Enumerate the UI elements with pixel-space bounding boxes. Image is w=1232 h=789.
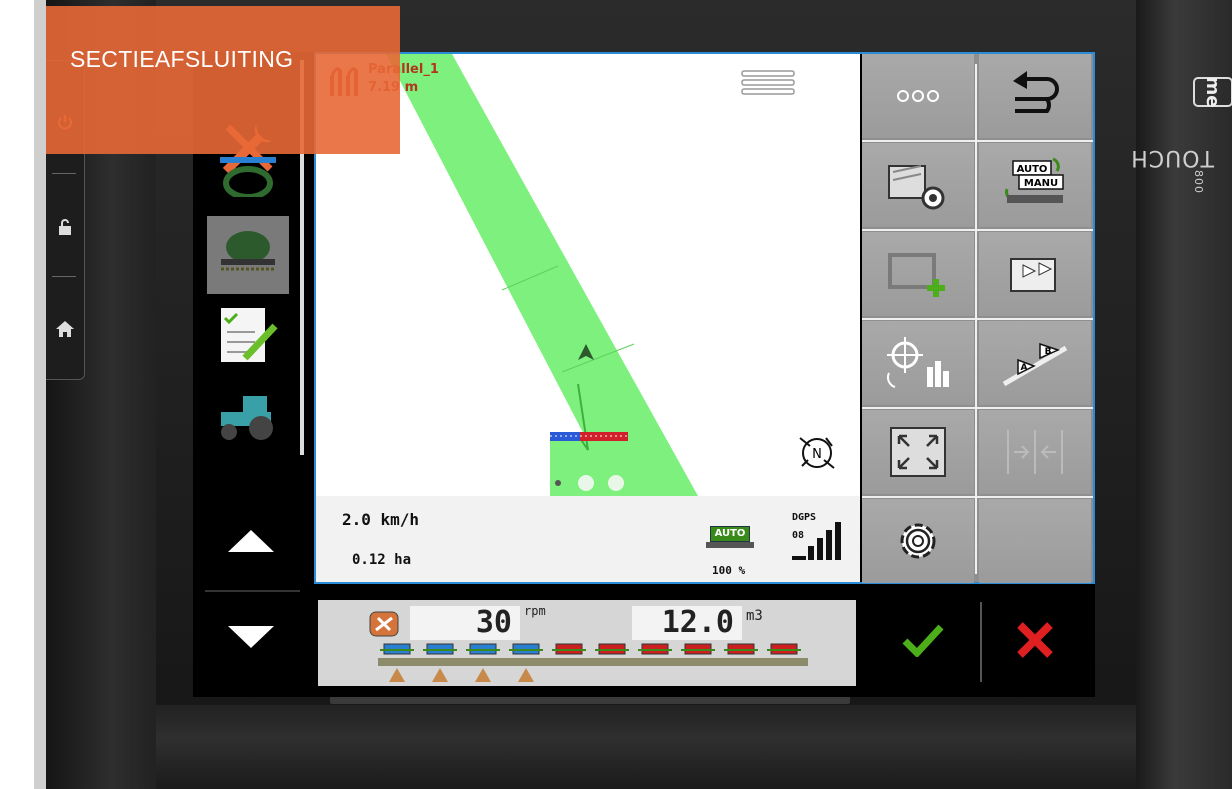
close-icon[interactable] [1005, 610, 1065, 670]
softkey-divider [862, 229, 1093, 231]
hardkey-divider [52, 276, 76, 277]
softkey-divider [862, 140, 1093, 142]
softkey-divider [862, 496, 1093, 498]
hardkey-divider [52, 173, 76, 174]
gps-calibrate-icon[interactable] [862, 321, 974, 405]
section-nozzle [389, 668, 405, 682]
set-ab-line-icon[interactable]: AB [979, 321, 1091, 405]
flag-b-label: B [1045, 347, 1052, 357]
field-settings-icon[interactable] [862, 143, 974, 227]
arrow-up-icon[interactable] [228, 530, 274, 552]
section-status-graphic [378, 643, 808, 682]
section-nozzle [475, 668, 491, 682]
softkey-column-divider [975, 64, 977, 574]
softkey-divider [862, 407, 1093, 409]
zoom-extents-icon[interactable] [862, 410, 974, 494]
section-nozzle [518, 668, 534, 682]
flag-a-label: A [1021, 363, 1028, 373]
arrow-down-icon[interactable] [228, 626, 274, 648]
task-checklist-icon[interactable] [213, 300, 283, 370]
tractor-icon[interactable] [213, 382, 283, 452]
softkey-divider [862, 318, 1093, 320]
manu-toggle-label: MANU [1024, 178, 1058, 189]
brand-logo: me [1193, 77, 1232, 107]
unlock-icon[interactable] [52, 214, 78, 240]
bottom-bezel [156, 705, 1136, 789]
add-boundary-icon[interactable] [862, 232, 974, 316]
auto-toggle-label: AUTO [1017, 164, 1048, 175]
empty-softkey [979, 499, 1091, 583]
home-icon[interactable] [52, 316, 78, 342]
shift-guidance-icon[interactable] [979, 410, 1091, 494]
bottom-slot [330, 696, 850, 704]
nav-divider [205, 590, 300, 592]
ab-line-flag-icon[interactable] [979, 232, 1091, 316]
section-nozzle [432, 668, 448, 682]
checkmark-icon[interactable] [893, 610, 953, 670]
device-left-edge [34, 0, 46, 789]
implement-bar: 30 rpm 12.0 m3 [318, 600, 856, 686]
back-icon[interactable] [979, 54, 1091, 138]
right-bezel [1136, 0, 1232, 789]
more-options-icon[interactable] [862, 54, 974, 138]
settings-gear-icon[interactable] [862, 499, 974, 583]
softkey-panel: AUTO MANU AB [862, 54, 1093, 583]
seeder-implement-icon[interactable] [207, 216, 289, 294]
auto-manu-toggle-icon[interactable]: AUTO MANU [979, 143, 1091, 227]
model-name: TOUCH [1130, 145, 1214, 170]
section-title-banner: SECTIEAFSLUITING [46, 6, 400, 154]
action-divider [980, 602, 982, 682]
banner-title: SECTIEAFSLUITING [70, 46, 294, 72]
model-number: 800 [1192, 170, 1205, 194]
